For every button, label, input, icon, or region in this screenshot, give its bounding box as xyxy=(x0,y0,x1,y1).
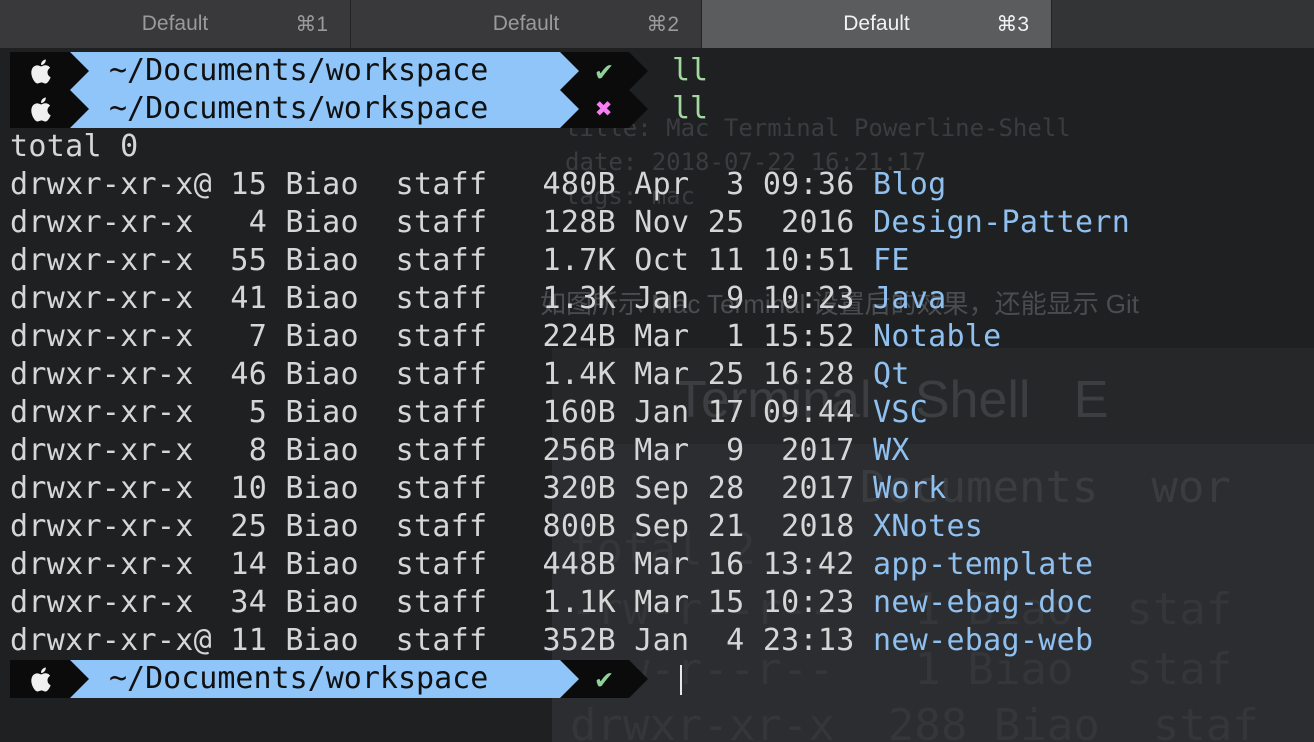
command-text: ll xyxy=(672,91,709,126)
tab-default-1[interactable]: Default ⌘1 xyxy=(0,0,351,48)
dir-name: Design-Pattern xyxy=(873,205,1131,240)
listing-row: drwxr-xr-x 25 Biao staff 800B Sep 21 201… xyxy=(10,508,983,546)
cwd-path: ~/Documents/workspace xyxy=(109,91,489,126)
listing-row: drwxr-xr-x 14 Biao staff 448B Mar 16 13:… xyxy=(10,546,1093,584)
separator-arrow xyxy=(70,90,89,128)
file-meta: drwxr-xr-x 46 Biao staff 1.4K Mar 25 16:… xyxy=(10,357,873,392)
dir-name: new-ebag-doc xyxy=(873,585,1094,620)
tab-bar-empty-area xyxy=(1052,0,1314,48)
dir-name: Notable xyxy=(873,319,1002,354)
separator-arrow xyxy=(560,90,579,128)
apple-segment xyxy=(10,90,70,128)
status-success-icon: ✔ xyxy=(579,52,629,90)
separator-arrow xyxy=(629,660,648,698)
file-meta: drwxr-xr-x 55 Biao staff 1.7K Oct 11 10:… xyxy=(10,243,873,278)
listing-total: total 0 xyxy=(10,129,139,164)
listing-row: drwxr-xr-x 5 Biao staff 160B Jan 17 09:4… xyxy=(10,394,928,432)
listing-row: drwxr-xr-x@ 11 Biao staff 352B Jan 4 23:… xyxy=(10,622,1093,660)
listing-row: drwxr-xr-x 41 Biao staff 1.3K Jan 9 10:2… xyxy=(10,280,946,318)
dir-name: app-template xyxy=(873,547,1094,582)
status-success-icon: ✔ xyxy=(579,660,629,698)
file-meta: drwxr-xr-x 5 Biao staff 160B Jan 17 09:4… xyxy=(10,395,873,430)
separator-arrow xyxy=(629,90,648,128)
listing-row: drwxr-xr-x 7 Biao staff 224B Mar 1 15:52… xyxy=(10,318,1002,356)
text-cursor[interactable] xyxy=(680,665,682,695)
apple-segment xyxy=(10,660,70,698)
file-meta: drwxr-xr-x 10 Biao staff 320B Sep 28 201… xyxy=(10,471,873,506)
ghost-text: drwxr-xr-x 288 Biao staf xyxy=(570,700,1259,742)
file-meta: drwxr-xr-x 25 Biao staff 800B Sep 21 201… xyxy=(10,509,873,544)
listing-row: drwxr-xr-x 8 Biao staff 256B Mar 9 2017 … xyxy=(10,432,910,470)
separator-arrow xyxy=(70,660,89,698)
apple-logo-icon xyxy=(31,97,51,122)
cwd-segment: ~/Documents/workspace xyxy=(89,90,560,128)
tab-default-3[interactable]: Default ⌘3 xyxy=(702,0,1052,48)
listing-row: drwxr-xr-x 46 Biao staff 1.4K Mar 25 16:… xyxy=(10,356,910,394)
listing-row: drwxr-xr-x@ 15 Biao staff 480B Apr 3 09:… xyxy=(10,166,946,204)
cwd-path: ~/Documents/workspace xyxy=(109,53,489,88)
dir-name: WX xyxy=(873,433,910,468)
command-text: ll xyxy=(672,53,709,88)
dir-name: Qt xyxy=(873,357,910,392)
file-meta: drwxr-xr-x@ 15 Biao staff 480B Apr 3 09:… xyxy=(10,167,873,202)
tab-shortcut: ⌘3 xyxy=(996,13,1029,36)
tab-default-2[interactable]: Default ⌘2 xyxy=(351,0,702,48)
apple-logo-icon xyxy=(31,59,51,84)
file-meta: drwxr-xr-x 8 Biao staff 256B Mar 9 2017 xyxy=(10,433,873,468)
tab-shortcut: ⌘2 xyxy=(646,13,679,36)
apple-segment xyxy=(10,52,70,90)
listing-row: drwxr-xr-x 10 Biao staff 320B Sep 28 201… xyxy=(10,470,946,508)
file-meta: drwxr-xr-x@ 11 Biao staff 352B Jan 4 23:… xyxy=(10,623,873,658)
terminal-area[interactable]: title: Mac Terminal Powerline-Shell date… xyxy=(0,48,1314,742)
file-meta: drwxr-xr-x 41 Biao staff 1.3K Jan 9 10:2… xyxy=(10,281,873,316)
separator-arrow xyxy=(560,52,579,90)
listing-row: drwxr-xr-x 34 Biao staff 1.1K Mar 15 10:… xyxy=(10,584,1093,622)
file-meta: drwxr-xr-x 4 Biao staff 128B Nov 25 2016 xyxy=(10,205,873,240)
tab-shortcut: ⌘1 xyxy=(295,13,328,36)
dir-name: Work xyxy=(873,471,947,506)
file-meta: drwxr-xr-x 34 Biao staff 1.1K Mar 15 10:… xyxy=(10,585,873,620)
dir-name: Java xyxy=(873,281,947,316)
dir-name: Blog xyxy=(873,167,947,202)
cwd-segment: ~/Documents/workspace xyxy=(89,52,560,90)
dir-name: XNotes xyxy=(873,509,984,544)
dir-name: VSC xyxy=(873,395,929,430)
listing-row: drwxr-xr-x 55 Biao staff 1.7K Oct 11 10:… xyxy=(10,242,910,280)
separator-arrow xyxy=(70,52,89,90)
dir-name: FE xyxy=(873,243,910,278)
file-meta: drwxr-xr-x 14 Biao staff 448B Mar 16 13:… xyxy=(10,547,873,582)
apple-logo-icon xyxy=(31,667,51,692)
file-meta: drwxr-xr-x 7 Biao staff 224B Mar 1 15:52 xyxy=(10,319,873,354)
dir-name: new-ebag-web xyxy=(873,623,1094,658)
separator-arrow xyxy=(560,660,579,698)
cwd-segment: ~/Documents/workspace xyxy=(89,660,560,698)
listing-row: drwxr-xr-x 4 Biao staff 128B Nov 25 2016… xyxy=(10,204,1130,242)
status-error-icon: ✖ xyxy=(579,90,629,128)
cwd-path: ~/Documents/workspace xyxy=(109,661,489,696)
separator-arrow xyxy=(629,52,648,90)
tab-bar: Default ⌘1 Default ⌘2 Default ⌘3 xyxy=(0,0,1314,49)
